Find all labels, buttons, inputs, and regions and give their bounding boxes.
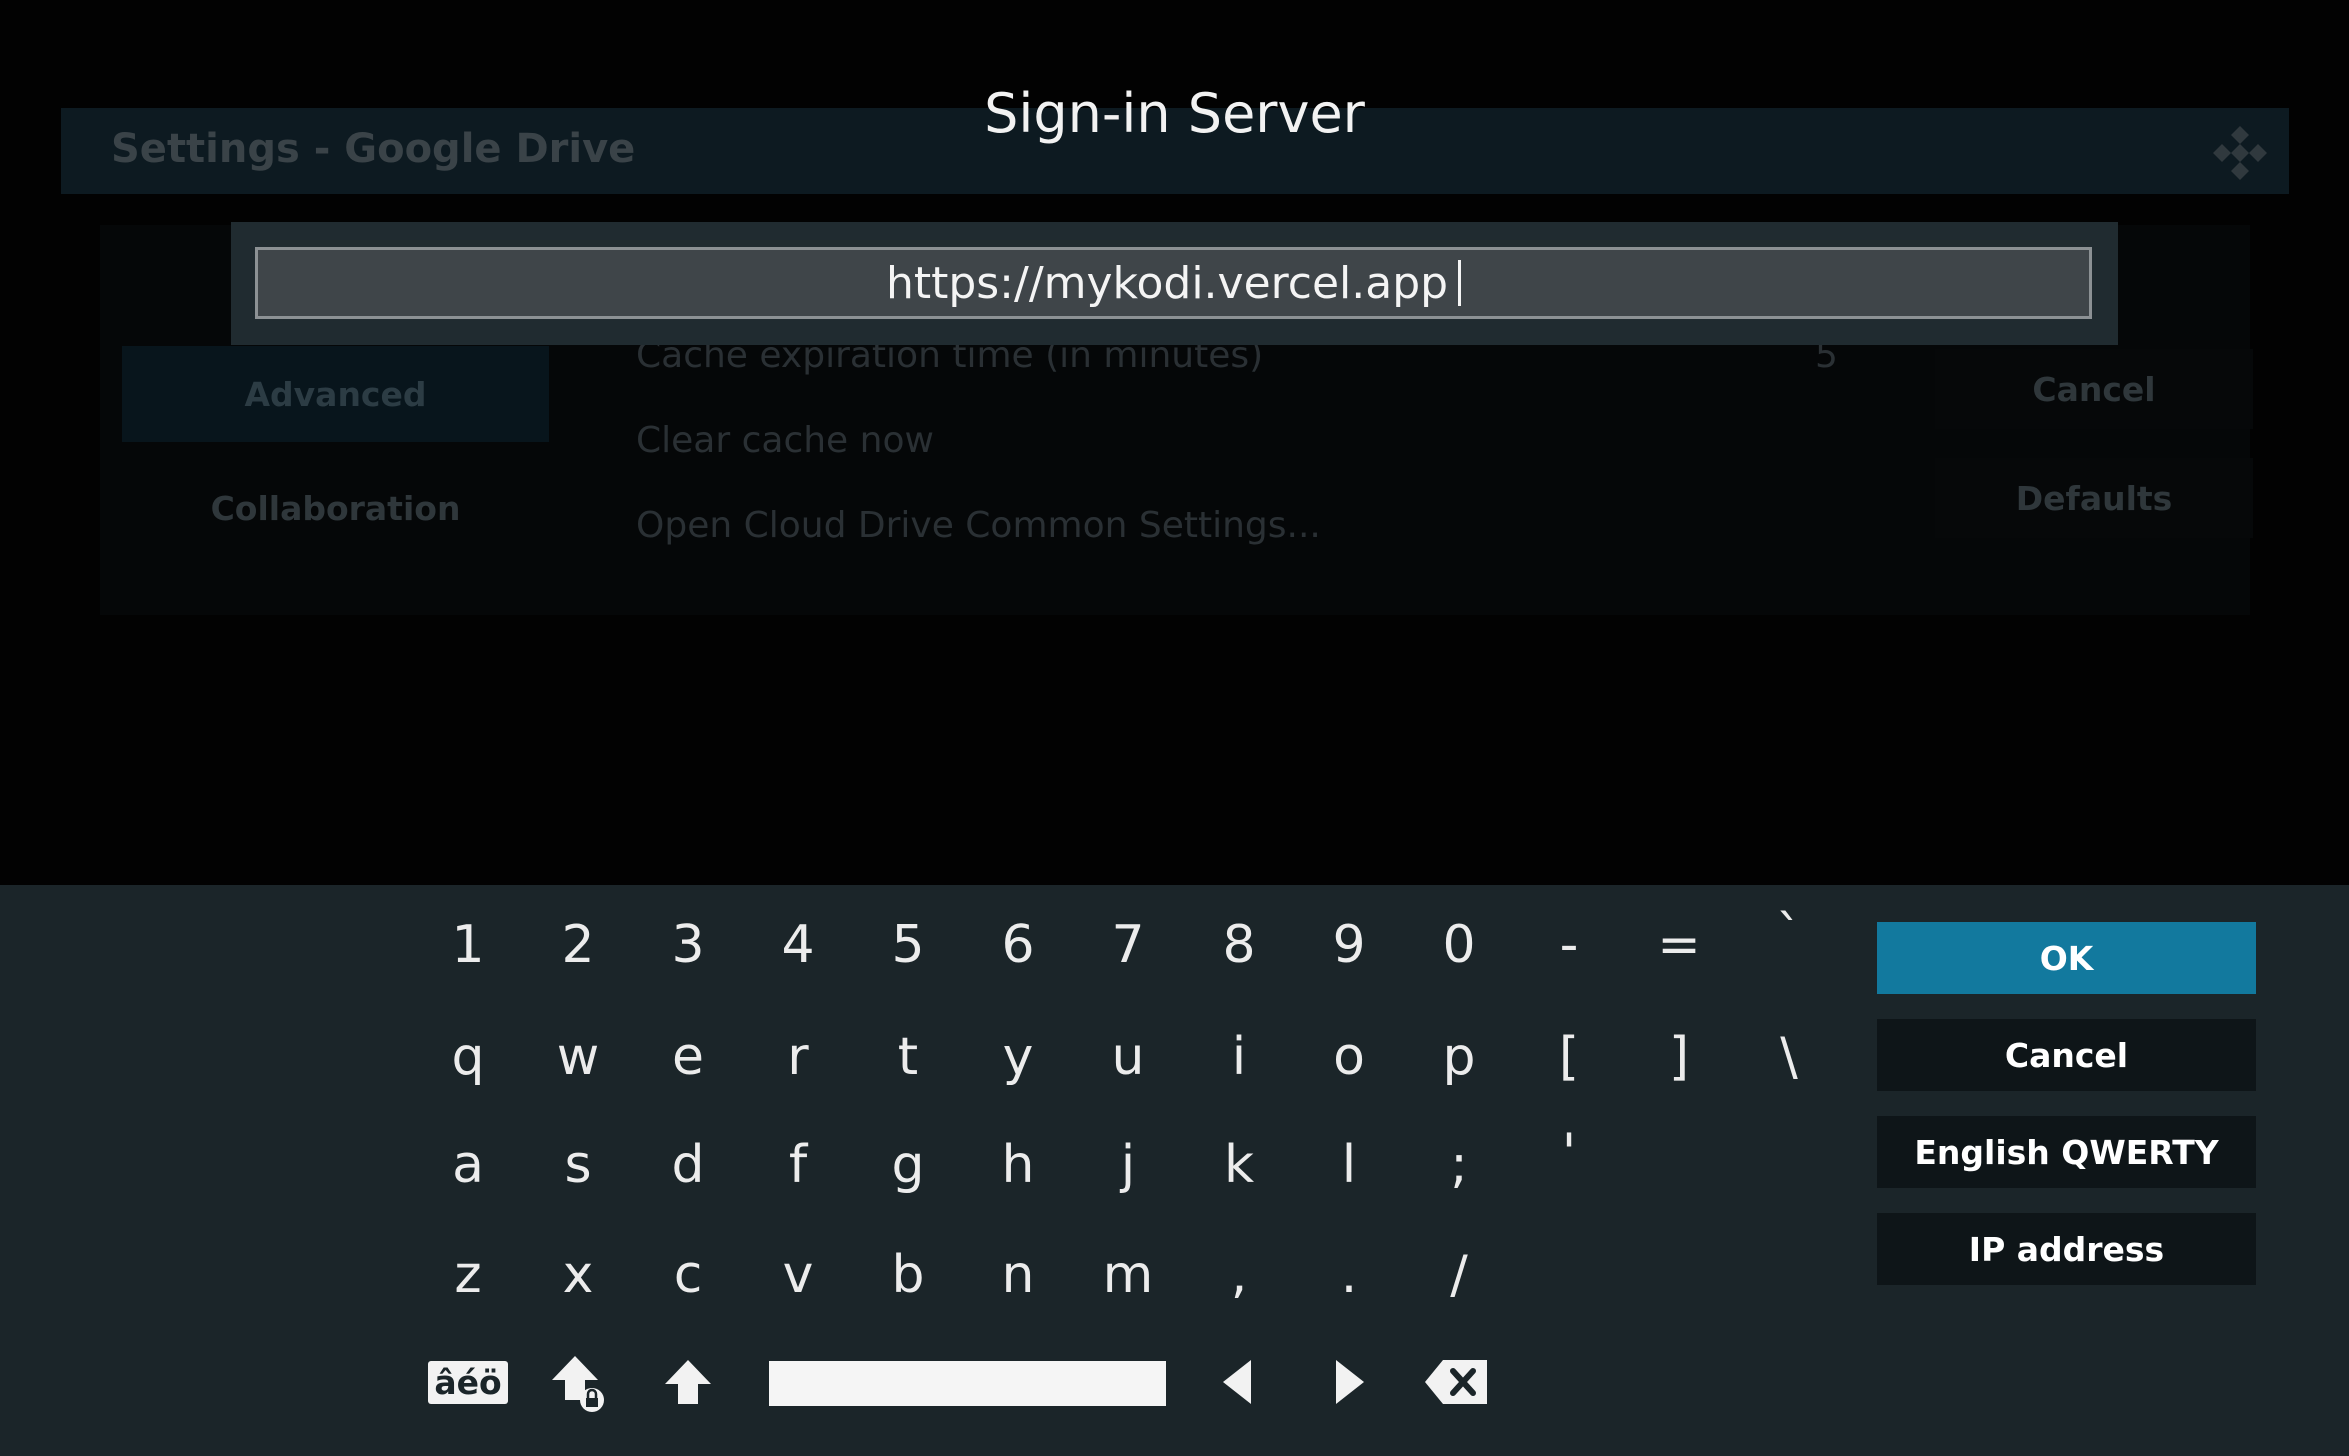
background-cancel-button: Cancel	[1935, 349, 2253, 429]
key-e[interactable]: e	[640, 1012, 736, 1102]
key-n[interactable]: n	[970, 1230, 1066, 1320]
background-defaults-button: Defaults	[1935, 458, 2253, 538]
caps-lock-key[interactable]	[538, 1342, 618, 1422]
server-url-input[interactable]: https://mykodi.vercel.app	[255, 247, 2092, 319]
caps-lock-icon	[552, 1356, 604, 1412]
keyboard-layout-button[interactable]: English QWERTY	[1877, 1116, 2256, 1188]
backspace-key[interactable]	[1416, 1342, 1496, 1422]
ok-button[interactable]: OK	[1877, 922, 2256, 994]
input-panel: https://mykodi.vercel.app	[231, 222, 2118, 345]
setting-open-common-settings: Open Cloud Drive Common Settings...	[636, 505, 1321, 546]
key-backslash[interactable]: \	[1741, 1012, 1837, 1102]
key-r[interactable]: r	[750, 1012, 846, 1102]
key-left-bracket[interactable]: [	[1521, 1012, 1617, 1102]
cancel-button[interactable]: Cancel	[1877, 1019, 2256, 1091]
dialog-heading: Sign-in Server	[984, 82, 1365, 145]
kodi-virtual-keyboard-screen: Settings - Google Drive Advanced Collabo…	[0, 0, 2349, 1456]
shift-key[interactable]	[648, 1342, 728, 1422]
key-1[interactable]: 1	[420, 900, 516, 990]
key-g[interactable]: g	[860, 1120, 956, 1210]
key-h[interactable]: h	[970, 1120, 1066, 1210]
key-7[interactable]: 7	[1080, 900, 1176, 990]
category-collaboration: Collaboration	[210, 488, 461, 528]
ip-address-button[interactable]: IP address	[1877, 1213, 2256, 1285]
accents-icon: âéö	[428, 1360, 508, 1404]
key-l[interactable]: l	[1301, 1120, 1397, 1210]
key-f[interactable]: f	[750, 1120, 846, 1210]
key-w[interactable]: w	[530, 1012, 626, 1102]
key-k[interactable]: k	[1191, 1120, 1287, 1210]
text-cursor	[1458, 260, 1462, 306]
cursor-right-key[interactable]	[1310, 1342, 1390, 1422]
key-j[interactable]: j	[1080, 1120, 1176, 1210]
arrow-right-icon	[1336, 1360, 1364, 1404]
accents-label: âéö	[434, 1362, 502, 1402]
key-y[interactable]: y	[970, 1012, 1066, 1102]
key-4[interactable]: 4	[750, 900, 846, 990]
setting-clear-cache: Clear cache now	[636, 420, 934, 461]
cursor-left-key[interactable]	[1197, 1342, 1277, 1422]
key-c[interactable]: c	[640, 1230, 736, 1320]
key-t[interactable]: t	[860, 1012, 956, 1102]
key-i[interactable]: i	[1191, 1012, 1287, 1102]
key-equals[interactable]: =	[1631, 900, 1727, 990]
key-b[interactable]: b	[860, 1230, 956, 1320]
key-u[interactable]: u	[1080, 1012, 1176, 1102]
input-text: https://mykodi.vercel.app	[885, 257, 1449, 309]
space-key[interactable]	[769, 1361, 1166, 1406]
key-s[interactable]: s	[530, 1120, 626, 1210]
key-m[interactable]: m	[1080, 1230, 1176, 1320]
key-5[interactable]: 5	[860, 900, 956, 990]
key-v[interactable]: v	[750, 1230, 846, 1320]
key-z[interactable]: z	[420, 1230, 516, 1320]
key-right-bracket[interactable]: ]	[1631, 1012, 1727, 1102]
key-8[interactable]: 8	[1191, 900, 1287, 990]
key-apostrophe[interactable]: '	[1521, 1108, 1617, 1198]
key-2[interactable]: 2	[530, 900, 626, 990]
backspace-icon	[1425, 1360, 1487, 1404]
key-minus[interactable]: -	[1521, 900, 1617, 990]
key-p[interactable]: p	[1411, 1012, 1507, 1102]
category-advanced: Advanced	[122, 346, 549, 442]
key-a[interactable]: a	[420, 1120, 516, 1210]
key-9[interactable]: 9	[1301, 900, 1397, 990]
arrow-left-icon	[1223, 1360, 1251, 1404]
key-slash[interactable]: /	[1411, 1230, 1507, 1320]
key-0[interactable]: 0	[1411, 900, 1507, 990]
key-semicolon[interactable]: ;	[1411, 1120, 1507, 1210]
key-period[interactable]: .	[1301, 1230, 1397, 1320]
key-o[interactable]: o	[1301, 1012, 1397, 1102]
shift-icon	[665, 1360, 711, 1404]
accents-key[interactable]: âéö	[428, 1342, 508, 1422]
key-d[interactable]: d	[640, 1120, 736, 1210]
key-q[interactable]: q	[420, 1012, 516, 1102]
key-3[interactable]: 3	[640, 900, 736, 990]
key-6[interactable]: 6	[970, 900, 1066, 990]
key-x[interactable]: x	[530, 1230, 626, 1320]
key-backtick[interactable]: `	[1741, 890, 1837, 980]
key-comma[interactable]: ,	[1191, 1230, 1287, 1320]
